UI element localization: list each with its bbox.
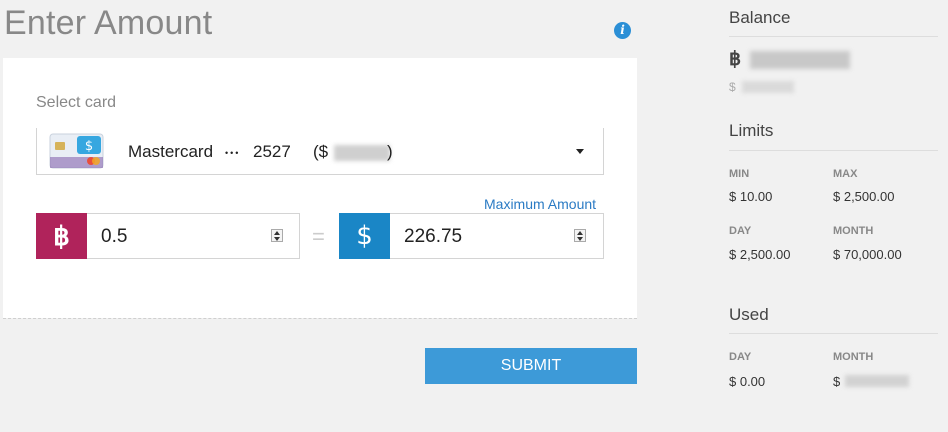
used-month-label: MONTH (833, 351, 874, 363)
btc-amount-field: ฿ (36, 213, 300, 259)
limit-min-label: MIN (729, 168, 750, 180)
used-heading: Used (729, 305, 769, 324)
limits-heading: Limits (729, 121, 774, 140)
limit-day-label: DAY (729, 225, 752, 237)
limit-month-label: MONTH (833, 225, 874, 237)
submit-button[interactable]: SUBMIT (425, 348, 637, 384)
limit-max-label: MAX (833, 168, 858, 180)
select-card-label: Select card (36, 94, 117, 111)
limit-max-value: $ 2,500.00 (833, 189, 895, 204)
balance-btc-redacted (750, 51, 850, 69)
used-divider (729, 333, 938, 334)
balance-divider (729, 36, 938, 37)
card-thumbnail-icon: $ (49, 133, 104, 169)
btc-amount-stepper[interactable] (271, 229, 283, 242)
limits-divider (729, 150, 938, 151)
info-icon[interactable]: i (614, 22, 631, 39)
balance-usd-redacted (742, 81, 794, 93)
dollar-icon: $ (339, 213, 390, 259)
bitcoin-icon: ฿ (36, 213, 87, 259)
maximum-amount-link[interactable]: Maximum Amount (484, 196, 596, 212)
balance-usd-symbol: $ (729, 80, 736, 94)
card-last-four: 2527 (253, 142, 291, 161)
usd-amount-input[interactable] (404, 226, 554, 248)
amount-form-panel: Select card $ Mastercard ••• 2527 ($ ) M… (3, 58, 637, 318)
usd-amount-field: $ (339, 213, 604, 259)
balance-heading: Balance (729, 8, 791, 27)
used-day-label: DAY (729, 351, 752, 363)
equals-sign: = (312, 224, 325, 249)
svg-text:$: $ (85, 139, 93, 154)
card-balance-suffix: ) (387, 142, 393, 161)
balance-btc-symbol: ฿ (729, 49, 742, 70)
card-name: Mastercard (128, 142, 214, 161)
limit-month-value: $ 70,000.00 (833, 247, 902, 262)
card-select-dropdown[interactable]: $ Mastercard ••• 2527 ($ ) (36, 128, 604, 175)
usd-amount-stepper[interactable] (574, 229, 586, 242)
used-day-value: $ 0.00 (729, 374, 766, 389)
btc-amount-input[interactable] (101, 226, 251, 248)
card-balance-prefix: ($ (313, 142, 329, 161)
panel-divider (3, 318, 637, 319)
chevron-down-icon[interactable] (576, 149, 584, 154)
limit-min-value: $ 10.00 (729, 189, 773, 204)
card-balance-redacted (334, 145, 390, 161)
used-month-symbol: $ (833, 374, 841, 389)
card-number-mask: ••• (225, 148, 241, 158)
page-title: Enter Amount (4, 4, 213, 42)
limit-day-value: $ 2,500.00 (729, 247, 791, 262)
used-month-redacted (845, 375, 909, 387)
